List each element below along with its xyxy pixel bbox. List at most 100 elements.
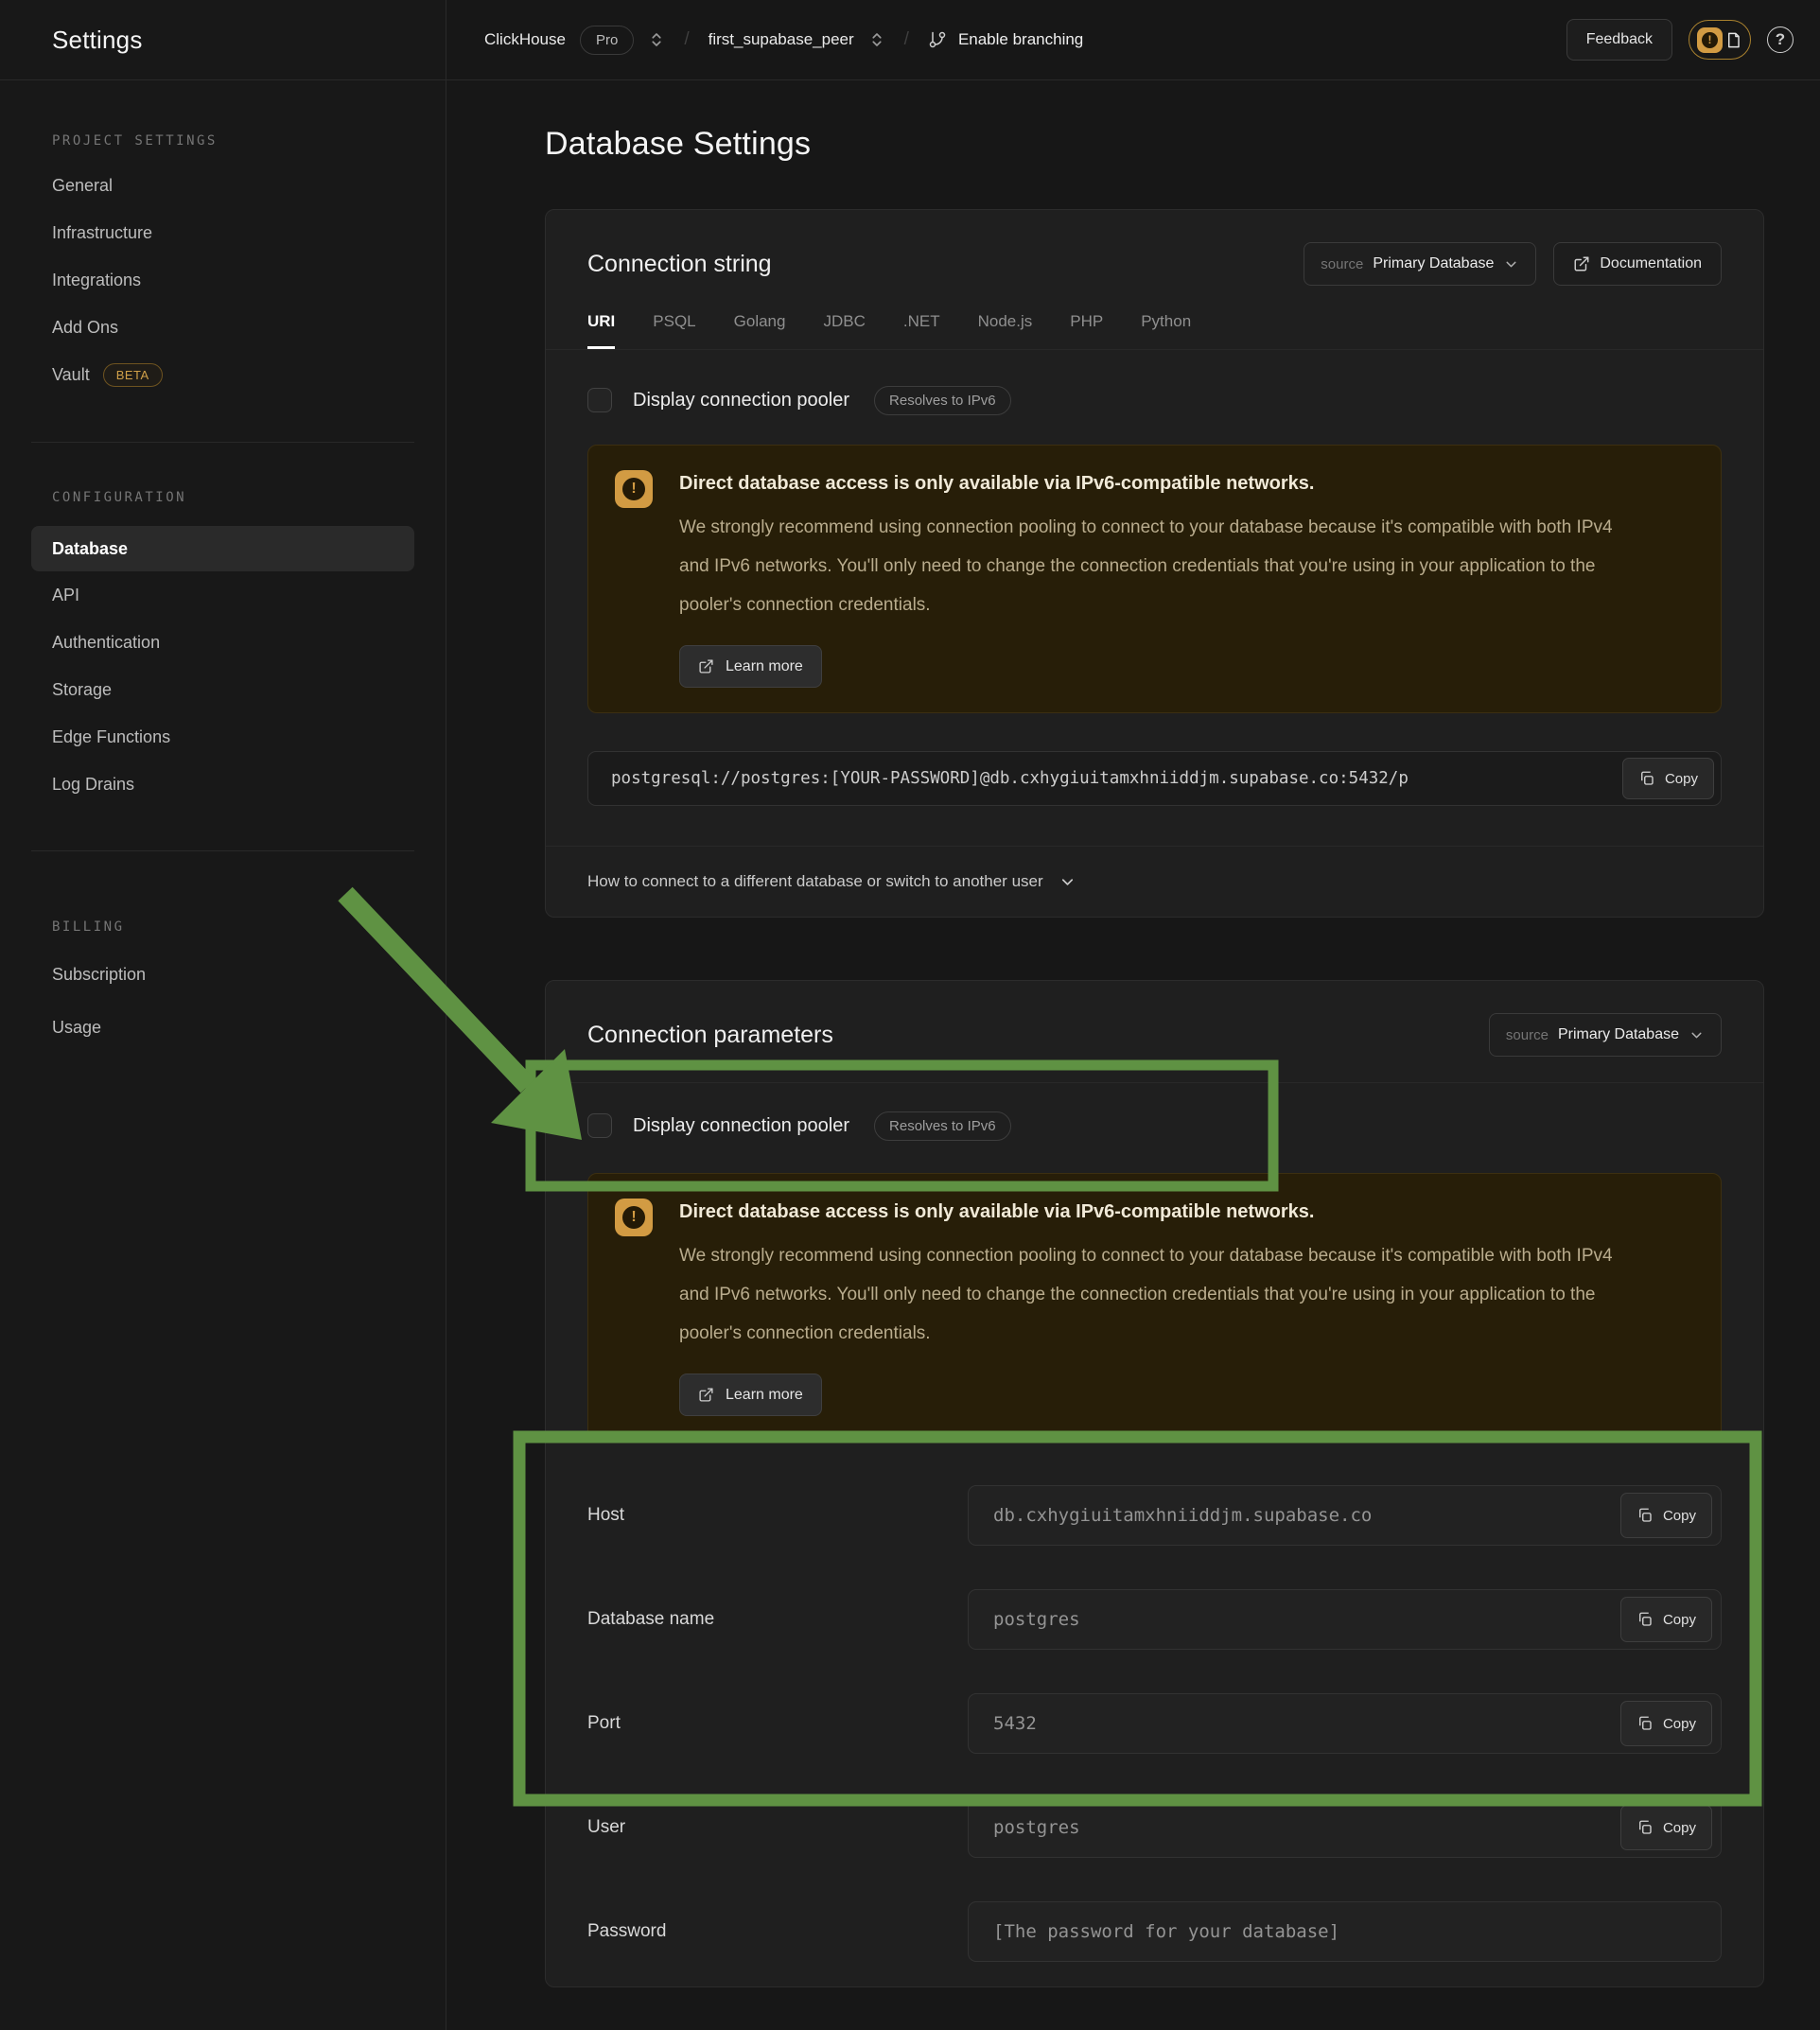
alert-icon: ! (615, 1199, 653, 1236)
learn-more-button[interactable]: Learn more (679, 645, 822, 688)
learn-more-button[interactable]: Learn more (679, 1374, 822, 1416)
param-row-user: User postgres Copy (587, 1797, 1722, 1858)
tab-uri[interactable]: URI (587, 306, 615, 349)
breadcrumb-project[interactable]: ClickHouse (484, 30, 566, 49)
connection-string-input[interactable]: postgresql://postgres:[YOUR-PASSWORD]@db… (587, 751, 1722, 806)
breadcrumb-separator: / (900, 29, 914, 50)
external-link-icon (1573, 255, 1590, 272)
page-content: Database Settings Connection string sour… (446, 126, 1820, 1987)
sidebar-item-integrations[interactable]: Integrations (31, 256, 414, 304)
connection-parameters-title: Connection parameters (587, 1022, 833, 1049)
notification-alert-icon: ! (1697, 27, 1723, 53)
sidebar-divider (31, 442, 414, 443)
copy-button[interactable]: Copy (1620, 1493, 1712, 1538)
sidebar-item-log-drains[interactable]: Log Drains (31, 761, 414, 808)
how-to-connect-link[interactable]: How to connect to a different database o… (587, 872, 1043, 891)
host-value: db.cxhygiuitamxhniiddjm.supabase.co (993, 1505, 1372, 1526)
sidebar-item-edge-functions[interactable]: Edge Functions (31, 713, 414, 761)
connection-string-footer[interactable]: How to connect to a different database o… (546, 846, 1763, 917)
warning-title: Direct database access is only available… (679, 470, 1639, 497)
tab-nodejs[interactable]: Node.js (978, 306, 1033, 349)
page-title: Database Settings (545, 126, 1764, 163)
warning-title: Direct database access is only available… (679, 1199, 1639, 1225)
copy-button[interactable]: Copy (1620, 1701, 1712, 1746)
settings-sidebar: Settings PROJECT SETTINGS General Infras… (0, 0, 446, 2030)
copy-icon (1636, 1507, 1654, 1524)
param-row-port: Port 5432 Copy (587, 1693, 1722, 1754)
external-link-icon (698, 658, 714, 674)
branch-switcher-chevron-up-down-icon[interactable] (868, 31, 885, 48)
sidebar-item-infrastructure[interactable]: Infrastructure (31, 209, 414, 256)
source-label: source (1321, 256, 1363, 272)
copy-button[interactable]: Copy (1622, 758, 1714, 799)
sidebar-item-subscription[interactable]: Subscription (31, 948, 414, 1001)
port-field[interactable]: 5432 Copy (968, 1693, 1722, 1754)
source-select[interactable]: source Primary Database (1304, 242, 1536, 286)
tab-python[interactable]: Python (1141, 306, 1191, 349)
copy-icon (1636, 1715, 1654, 1732)
display-connection-pooler-checkbox[interactable] (587, 388, 612, 412)
tab-psql[interactable]: PSQL (653, 306, 695, 349)
sidebar-item-add-ons[interactable]: Add Ons (31, 304, 414, 351)
user-field[interactable]: postgres Copy (968, 1797, 1722, 1858)
port-value: 5432 (993, 1713, 1037, 1734)
sidebar-item-api[interactable]: API (31, 571, 414, 619)
sidebar-title: Settings (52, 26, 143, 55)
help-icon[interactable]: ? (1767, 26, 1794, 53)
pooler-label: Display connection pooler (633, 390, 849, 411)
section-heading-configuration: CONFIGURATION (31, 490, 414, 505)
enable-branching-button[interactable]: Enable branching (928, 30, 1083, 49)
copy-icon (1636, 1611, 1654, 1628)
ipv6-warning-banner: ! Direct database access is only availab… (587, 445, 1722, 713)
tab-dotnet[interactable]: .NET (903, 306, 940, 349)
user-label: User (587, 1817, 968, 1838)
copy-button[interactable]: Copy (1620, 1805, 1712, 1850)
project-switcher-chevron-up-down-icon[interactable] (648, 31, 665, 48)
feedback-button[interactable]: Feedback (1566, 19, 1672, 61)
tab-golang[interactable]: Golang (734, 306, 786, 349)
account-avatar[interactable]: ! (1689, 20, 1751, 60)
tab-php[interactable]: PHP (1070, 306, 1103, 349)
sidebar-header: Settings (0, 0, 446, 80)
user-value: postgres (993, 1817, 1080, 1838)
param-row-password: Password [The password for your database… (587, 1901, 1722, 1962)
password-placeholder: [The password for your database] (993, 1921, 1339, 1942)
connection-parameters-card: Connection parameters source Primary Dat… (545, 980, 1764, 1987)
sidebar-item-storage[interactable]: Storage (31, 666, 414, 713)
database-name-label: Database name (587, 1609, 968, 1630)
pooler-label: Display connection pooler (633, 1115, 849, 1137)
sidebar-item-database[interactable]: Database (31, 526, 414, 571)
param-row-database-name: Database name postgres Copy (587, 1589, 1722, 1650)
documentation-button[interactable]: Documentation (1553, 242, 1722, 286)
sidebar-item-usage[interactable]: Usage (31, 1001, 414, 1054)
section-heading-billing: BILLING (31, 919, 414, 935)
plan-badge[interactable]: Pro (580, 26, 634, 55)
source-label: source (1506, 1027, 1549, 1043)
sidebar-item-vault[interactable]: Vault BETA (31, 351, 414, 398)
source-value: Primary Database (1558, 1026, 1679, 1043)
tab-jdbc[interactable]: JDBC (823, 306, 865, 349)
copy-button[interactable]: Copy (1620, 1597, 1712, 1642)
beta-badge: BETA (103, 363, 163, 387)
database-name-field[interactable]: postgres Copy (968, 1589, 1722, 1650)
resolves-to-ipv6-badge: Resolves to IPv6 (874, 386, 1011, 415)
chevron-down-icon (1059, 873, 1076, 891)
source-select[interactable]: source Primary Database (1489, 1013, 1722, 1057)
external-link-icon (698, 1387, 714, 1403)
port-label: Port (587, 1713, 968, 1734)
breadcrumb-separator: / (679, 29, 693, 50)
top-bar: ClickHouse Pro / first_supabase_peer / E… (446, 0, 1820, 80)
breadcrumb-branch[interactable]: first_supabase_peer (709, 30, 854, 49)
git-branch-icon (928, 30, 947, 49)
connection-string-title: Connection string (587, 251, 772, 278)
display-connection-pooler-checkbox[interactable] (587, 1113, 612, 1138)
chevron-down-icon (1503, 256, 1519, 272)
host-field[interactable]: db.cxhygiuitamxhniiddjm.supabase.co Copy (968, 1485, 1722, 1546)
connection-string-tabs: URI PSQL Golang JDBC .NET Node.js PHP Py… (546, 306, 1763, 350)
source-value: Primary Database (1373, 255, 1494, 272)
sidebar-item-authentication[interactable]: Authentication (31, 619, 414, 666)
sidebar-item-general[interactable]: General (31, 162, 414, 209)
password-label: Password (587, 1921, 968, 1942)
main-area: ClickHouse Pro / first_supabase_peer / E… (446, 0, 1820, 2030)
password-field[interactable]: [The password for your database] (968, 1901, 1722, 1962)
